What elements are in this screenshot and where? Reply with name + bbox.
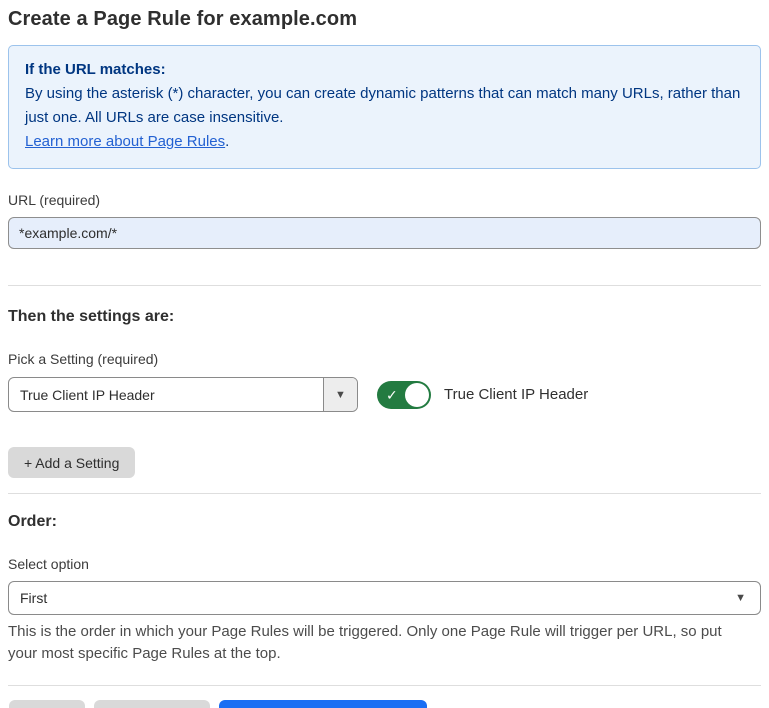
order-section-heading: Order: xyxy=(8,513,761,531)
info-box-heading: If the URL matches: xyxy=(25,58,744,82)
form-actions: Cancel Save as Draft Save and Deploy Pag… xyxy=(8,700,761,708)
setting-toggle[interactable]: ✓ xyxy=(377,381,431,409)
save-deploy-button[interactable]: Save and Deploy Page Rule xyxy=(219,700,427,708)
info-box-body: By using the asterisk (*) character, you… xyxy=(25,82,744,130)
page-title: Create a Page Rule for example.com xyxy=(8,6,761,33)
setting-picker-label: Pick a Setting (required) xyxy=(8,350,761,368)
order-select-label: Select option xyxy=(8,555,761,573)
setting-select-value: True Client IP Header xyxy=(9,378,323,411)
order-select-value: First xyxy=(20,590,47,606)
url-match-info-box: If the URL matches: By using the asteris… xyxy=(8,45,761,169)
divider xyxy=(8,285,761,286)
toggle-knob xyxy=(405,383,429,407)
add-setting-button[interactable]: + Add a Setting xyxy=(8,447,135,478)
check-icon: ✓ xyxy=(386,388,398,402)
divider xyxy=(8,493,761,494)
setting-select[interactable]: True Client IP Header ▼ xyxy=(8,377,358,412)
url-input[interactable] xyxy=(8,217,761,249)
learn-more-link[interactable]: Learn more about Page Rules xyxy=(25,133,225,150)
order-help-text: This is the order in which your Page Rul… xyxy=(8,621,753,665)
info-box-link-line: Learn more about Page Rules. xyxy=(25,130,744,154)
info-box-body-text: By using the asterisk (*) character, you… xyxy=(25,85,740,126)
divider xyxy=(8,685,761,686)
setting-picker-row: True Client IP Header ▼ ✓ True Client IP… xyxy=(8,377,761,412)
cancel-button[interactable]: Cancel xyxy=(9,700,85,708)
settings-section-heading: Then the settings are: xyxy=(8,308,761,326)
chevron-down-icon: ▼ xyxy=(323,378,357,411)
toggle-label: True Client IP Header xyxy=(444,386,588,403)
link-suffix: . xyxy=(225,133,229,150)
order-select[interactable]: First ▼ xyxy=(8,581,761,615)
url-field-label: URL (required) xyxy=(8,191,761,209)
page-rule-form: Create a Page Rule for example.com If th… xyxy=(0,0,769,708)
chevron-down-icon: ▼ xyxy=(735,592,746,604)
save-draft-button[interactable]: Save as Draft xyxy=(94,700,211,708)
